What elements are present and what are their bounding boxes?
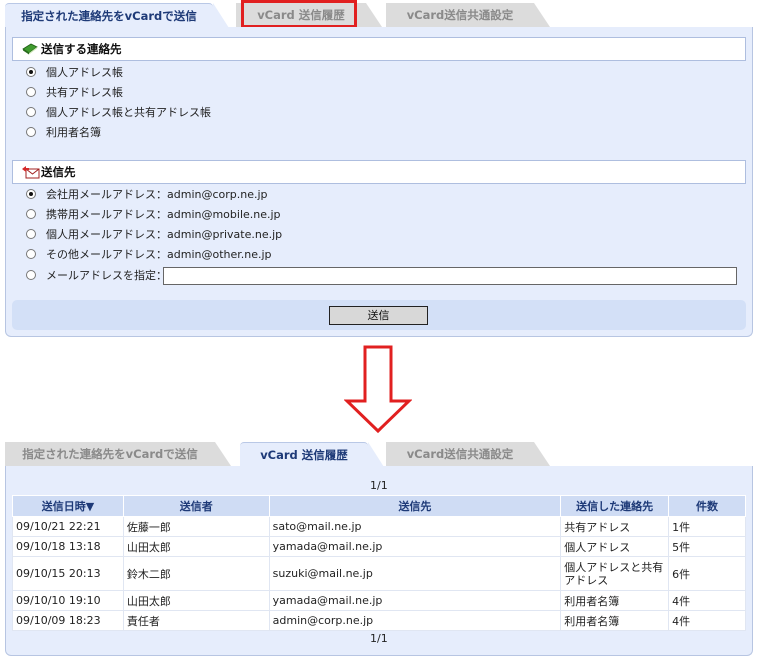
cell-datetime: 09/10/18 13:18 xyxy=(12,536,124,557)
cell-count: 6件 xyxy=(668,556,746,591)
pager-bottom[interactable]: 1/1 xyxy=(370,632,388,645)
history-table: 送信日時▼ 送信者 送信先 送信した連絡先 件数 09/10/21 22:21 … xyxy=(12,495,746,631)
cell-destination: yamada@mail.ne.jp xyxy=(268,590,562,611)
table-row[interactable]: 09/10/10 19:10 山田太郎 yamada@mail.ne.jp 利用… xyxy=(12,590,746,611)
tab-vcard-settings[interactable]: vCard送信共通設定 xyxy=(386,442,550,466)
arrow-down-icon xyxy=(344,345,412,434)
cell-datetime: 09/10/15 20:13 xyxy=(12,556,124,591)
cell-datetime: 09/10/09 18:23 xyxy=(12,610,124,631)
radio-button[interactable] xyxy=(26,107,36,117)
radio-label: 個人用メールアドレス：admin@private.ne.jp xyxy=(46,228,283,241)
cell-count: 1件 xyxy=(668,516,746,537)
radio-button[interactable] xyxy=(26,270,36,280)
mail-send-icon xyxy=(22,166,40,179)
destination-section-title: 送信先 xyxy=(41,165,76,179)
history-tab-highlight-box xyxy=(241,0,357,28)
cell-count: 4件 xyxy=(668,590,746,611)
cell-datetime: 09/10/21 22:21 xyxy=(12,516,124,537)
radio-button[interactable] xyxy=(26,87,36,97)
tab-label: vCard送信共通設定 xyxy=(406,8,514,22)
cell-contacts: 個人アドレス xyxy=(560,536,670,557)
cell-contacts: 利用者名簿 xyxy=(560,590,670,611)
cell-count: 4件 xyxy=(668,610,746,631)
cell-contacts: 個人アドレスと共有アドレス xyxy=(560,556,670,591)
custom-email-input[interactable] xyxy=(163,267,737,285)
tab-label: vCard送信共通設定 xyxy=(406,447,514,461)
cell-destination: yamada@mail.ne.jp xyxy=(268,536,562,557)
cell-sender: 佐藤一郎 xyxy=(122,516,270,537)
tab-vcard-settings[interactable]: vCard送信共通設定 xyxy=(386,3,550,27)
col-header-destination[interactable]: 送信先 xyxy=(268,495,562,517)
send-button[interactable]: 送信 xyxy=(329,306,428,325)
tab-send-vcard[interactable]: 指定された連絡先をvCardで送信 xyxy=(5,442,231,466)
radio-button[interactable] xyxy=(26,189,36,199)
radio-label: 会社用メールアドレス：admin@corp.ne.jp xyxy=(46,188,268,201)
table-row[interactable]: 09/10/18 13:18 山田太郎 yamada@mail.ne.jp 個人… xyxy=(12,536,746,557)
cell-contacts: 共有アドレス xyxy=(560,516,670,537)
col-header-sent-datetime[interactable]: 送信日時▼ xyxy=(12,495,124,517)
radio-button[interactable] xyxy=(26,127,36,137)
cell-datetime: 09/10/10 19:10 xyxy=(12,590,124,611)
tab-send-vcard[interactable]: 指定された連絡先をvCardで送信 xyxy=(5,3,229,28)
cell-count: 5件 xyxy=(668,536,746,557)
cell-destination: sato@mail.ne.jp xyxy=(268,516,562,537)
col-header-sent-contacts[interactable]: 送信した連絡先 xyxy=(560,495,670,517)
col-header-count[interactable]: 件数 xyxy=(668,495,746,517)
pager-top[interactable]: 1/1 xyxy=(370,479,388,492)
radio-label: 携帯用メールアドレス：admin@mobile.ne.jp xyxy=(46,208,281,221)
cell-sender: 鈴木二郎 xyxy=(122,556,270,591)
cell-contacts: 利用者名簿 xyxy=(560,610,670,631)
radio-label: 個人アドレス帳 xyxy=(46,66,123,79)
col-header-sender[interactable]: 送信者 xyxy=(122,495,270,517)
radio-label: 利用者名簿 xyxy=(46,126,101,139)
table-row[interactable]: 09/10/21 22:21 佐藤一郎 sato@mail.ne.jp 共有アド… xyxy=(12,516,746,537)
contacts-section-header: 送信する連絡先 xyxy=(12,37,746,61)
cell-destination: admin@corp.ne.jp xyxy=(268,610,562,631)
radio-button[interactable] xyxy=(26,229,36,239)
tab-label: vCard 送信履歴 xyxy=(260,448,348,462)
radio-button[interactable] xyxy=(26,209,36,219)
radio-label: メールアドレスを指定： xyxy=(46,269,167,282)
tab-label: 指定された連絡先をvCardで送信 xyxy=(22,447,198,461)
table-row[interactable]: 09/10/15 20:13 鈴木二郎 suzuki@mail.ne.jp 個人… xyxy=(12,556,746,591)
cell-sender: 山田太郎 xyxy=(122,536,270,557)
address-book-icon xyxy=(22,43,38,55)
table-header-row: 送信日時▼ 送信者 送信先 送信した連絡先 件数 xyxy=(12,495,746,517)
tab-label: 指定された連絡先をvCardで送信 xyxy=(21,9,197,23)
radio-label: その他メールアドレス：admin@other.ne.jp xyxy=(46,248,272,261)
cell-sender: 責任者 xyxy=(122,610,270,631)
radio-label: 共有アドレス帳 xyxy=(46,86,123,99)
cell-destination: suzuki@mail.ne.jp xyxy=(268,556,562,591)
table-row[interactable]: 09/10/09 18:23 責任者 admin@corp.ne.jp 利用者名… xyxy=(12,610,746,631)
tab-vcard-history[interactable]: vCard 送信履歴 xyxy=(240,442,384,467)
destination-section-header: 送信先 xyxy=(12,160,746,184)
contacts-section-title: 送信する連絡先 xyxy=(41,42,122,56)
radio-button[interactable] xyxy=(26,249,36,259)
radio-label: 個人アドレス帳と共有アドレス帳 xyxy=(46,106,211,119)
radio-button[interactable] xyxy=(26,67,36,77)
cell-sender: 山田太郎 xyxy=(122,590,270,611)
